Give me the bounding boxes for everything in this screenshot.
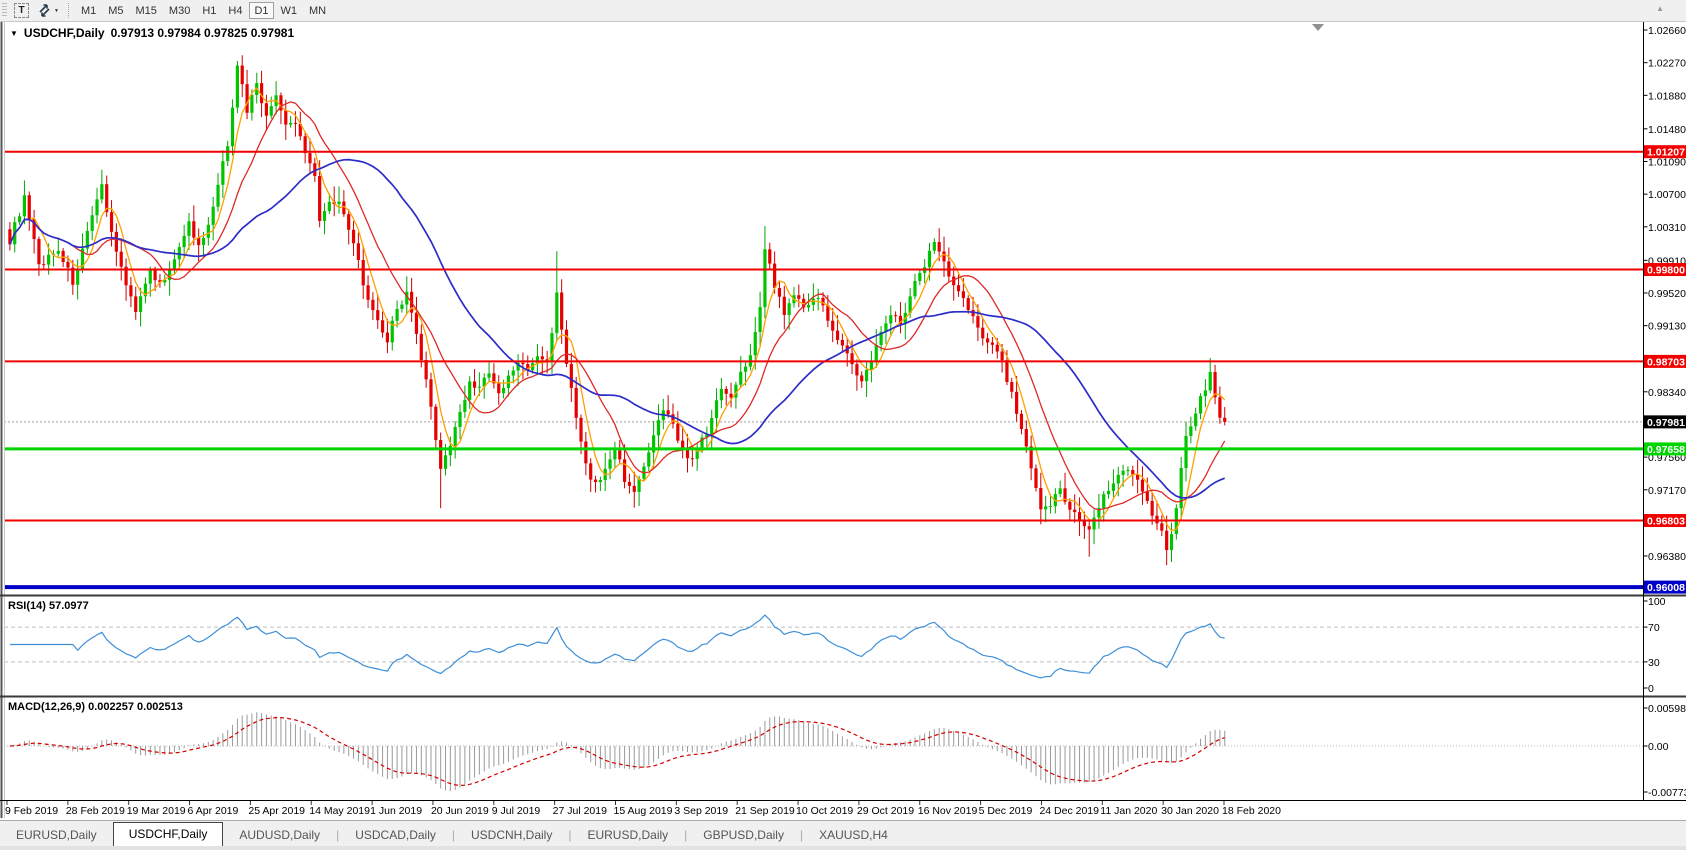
rsi-tick-label: 30 — [1648, 657, 1660, 669]
chart-shift-marker-icon[interactable] — [1312, 24, 1324, 31]
tab-usdcad-daily[interactable]: USDCAD,Daily — [339, 824, 452, 846]
date-label: 9 Feb 2019 — [5, 805, 58, 817]
moving-average-5 — [10, 88, 1225, 531]
date-label: 1 Jun 2019 — [370, 805, 422, 817]
date-label: 29 Oct 2019 — [857, 805, 914, 817]
timeframe-button-m1[interactable]: M1 — [76, 2, 101, 19]
rsi-tick-label: 70 — [1648, 622, 1660, 634]
current-price-tag: 0.97981 — [1647, 417, 1685, 429]
date-label: 30 Jan 2020 — [1161, 805, 1219, 817]
rsi-tick-label: 100 — [1648, 596, 1666, 608]
price-tick-label: 1.00700 — [1648, 189, 1686, 201]
text-tool-button[interactable]: T — [10, 1, 33, 20]
date-label: 21 Sep 2019 — [735, 805, 795, 817]
chart-canvas: 1.026601.022701.018801.014801.010901.007… — [0, 0, 1686, 820]
symbol-caret-icon[interactable]: ▼ — [10, 29, 18, 38]
tab-gbpusd-daily[interactable]: GBPUSD,Daily — [687, 824, 800, 846]
level-price-tag: 0.97658 — [1647, 444, 1685, 456]
price-tick-label: 0.99130 — [1648, 321, 1686, 333]
date-label: 18 Feb 2020 — [1222, 805, 1281, 817]
level-price-tag: 0.99800 — [1647, 265, 1685, 277]
date-label: 16 Nov 2019 — [918, 805, 978, 817]
date-label: 14 May 2019 — [309, 805, 370, 817]
timeframe-button-d1[interactable]: D1 — [249, 2, 273, 19]
candlestick-series — [8, 55, 1226, 565]
tab-audusd-daily[interactable]: AUDUSD,Daily — [223, 824, 336, 846]
date-label: 5 Dec 2019 — [979, 805, 1033, 817]
arrange-charts-button[interactable]: ▼ — [33, 1, 63, 20]
mt4-window: T ▼ M1M5M15M30H1H4D1W1MN ▲ ▼ USDCHF,Dail… — [0, 0, 1686, 850]
timeframe-button-h4[interactable]: H4 — [223, 2, 247, 19]
price-tick-label: 1.02660 — [1648, 25, 1686, 37]
rsi-line — [10, 615, 1225, 678]
rsi-indicator-label: RSI(14) 57.0977 — [8, 600, 89, 612]
macd-tick-label: 0.00 — [1648, 741, 1669, 753]
level-price-tag: 0.96803 — [1647, 516, 1685, 528]
timeframe-button-mn[interactable]: MN — [304, 2, 331, 19]
tab-xauusd-h4[interactable]: XAUUSD,H4 — [803, 824, 904, 846]
date-label: 27 Jul 2019 — [553, 805, 607, 817]
date-label: 28 Feb 2019 — [66, 805, 125, 817]
date-label: 15 Aug 2019 — [614, 805, 673, 817]
date-label: 24 Dec 2019 — [1039, 805, 1099, 817]
date-label: 19 Mar 2019 — [127, 805, 186, 817]
date-label: 11 Jan 2020 — [1100, 805, 1157, 817]
chart-symbol-title: USDCHF,Daily — [24, 26, 105, 40]
timeframe-button-h1[interactable]: H1 — [197, 2, 221, 19]
chart-tab-bar: EURUSD,DailyUSDCHF,DailyAUDUSD,Daily|USD… — [0, 820, 1686, 846]
tab-usdchf-daily[interactable]: USDCHF,Daily — [113, 822, 224, 846]
level-price-tag: 0.98703 — [1647, 356, 1685, 368]
macd-indicator-label: MACD(12,26,9) 0.002257 0.002513 — [8, 701, 183, 713]
price-tick-label: 1.02270 — [1648, 58, 1686, 70]
chart-ohlc-values: 0.97913 0.97984 0.97825 0.97981 — [111, 26, 295, 40]
macd-histogram — [10, 712, 1225, 791]
price-tick-label: 0.98340 — [1648, 387, 1686, 399]
timeframe-button-w1[interactable]: W1 — [276, 2, 303, 19]
level-price-tag: 0.96008 — [1647, 582, 1685, 594]
date-label: 10 Oct 2019 — [796, 805, 853, 817]
price-tick-label: 1.01480 — [1648, 124, 1686, 136]
macd-tick-label: 0.005986 — [1648, 703, 1686, 715]
level-price-tag: 1.01207 — [1647, 147, 1685, 159]
tab-usdcnh-daily[interactable]: USDCNH,Daily — [455, 824, 568, 846]
macd-signal-line — [10, 718, 1225, 786]
tab-eurusd-daily[interactable]: EURUSD,Daily — [0, 824, 113, 846]
price-tick-label: 1.00310 — [1648, 222, 1686, 234]
toolbar-grip[interactable] — [2, 3, 7, 18]
diagonal-arrows-icon — [37, 3, 52, 18]
price-tick-label: 0.96380 — [1648, 551, 1686, 563]
rsi-tick-label: 0 — [1648, 683, 1654, 695]
tab-eurusd-daily[interactable]: EURUSD,Daily — [571, 824, 684, 846]
price-tick-label: 0.97170 — [1648, 485, 1686, 497]
macd-tick-label: -0.007737 — [1648, 787, 1686, 799]
timeframe-button-m5[interactable]: M5 — [103, 2, 128, 19]
status-strip — [0, 846, 1686, 850]
chart-title-row: ▼ USDCHF,Daily 0.97913 0.97984 0.97825 0… — [10, 26, 294, 40]
date-label: 20 Jun 2019 — [431, 805, 489, 817]
date-label: 3 Sep 2019 — [674, 805, 728, 817]
price-tick-label: 0.99520 — [1648, 288, 1686, 300]
timeframe-button-m15[interactable]: M15 — [131, 2, 162, 19]
toolbar-separator — [68, 3, 70, 18]
price-tick-label: 1.01880 — [1648, 90, 1686, 102]
date-label: 6 Apr 2019 — [188, 805, 239, 817]
timeframe-toolbar: M1M5M15M30H1H4D1W1MN — [75, 0, 332, 21]
timeframe-button-m30[interactable]: M30 — [164, 2, 195, 19]
moving-average-34 — [10, 160, 1225, 498]
scroll-up-icon[interactable]: ▲ — [1656, 4, 1664, 13]
text-tool-icon: T — [14, 3, 29, 18]
date-label: 9 Jul 2019 — [492, 805, 541, 817]
dropdown-caret-icon: ▼ — [54, 8, 59, 14]
date-label: 25 Apr 2019 — [248, 805, 305, 817]
toolbar: T ▼ M1M5M15M30H1H4D1W1MN — [0, 0, 1686, 22]
